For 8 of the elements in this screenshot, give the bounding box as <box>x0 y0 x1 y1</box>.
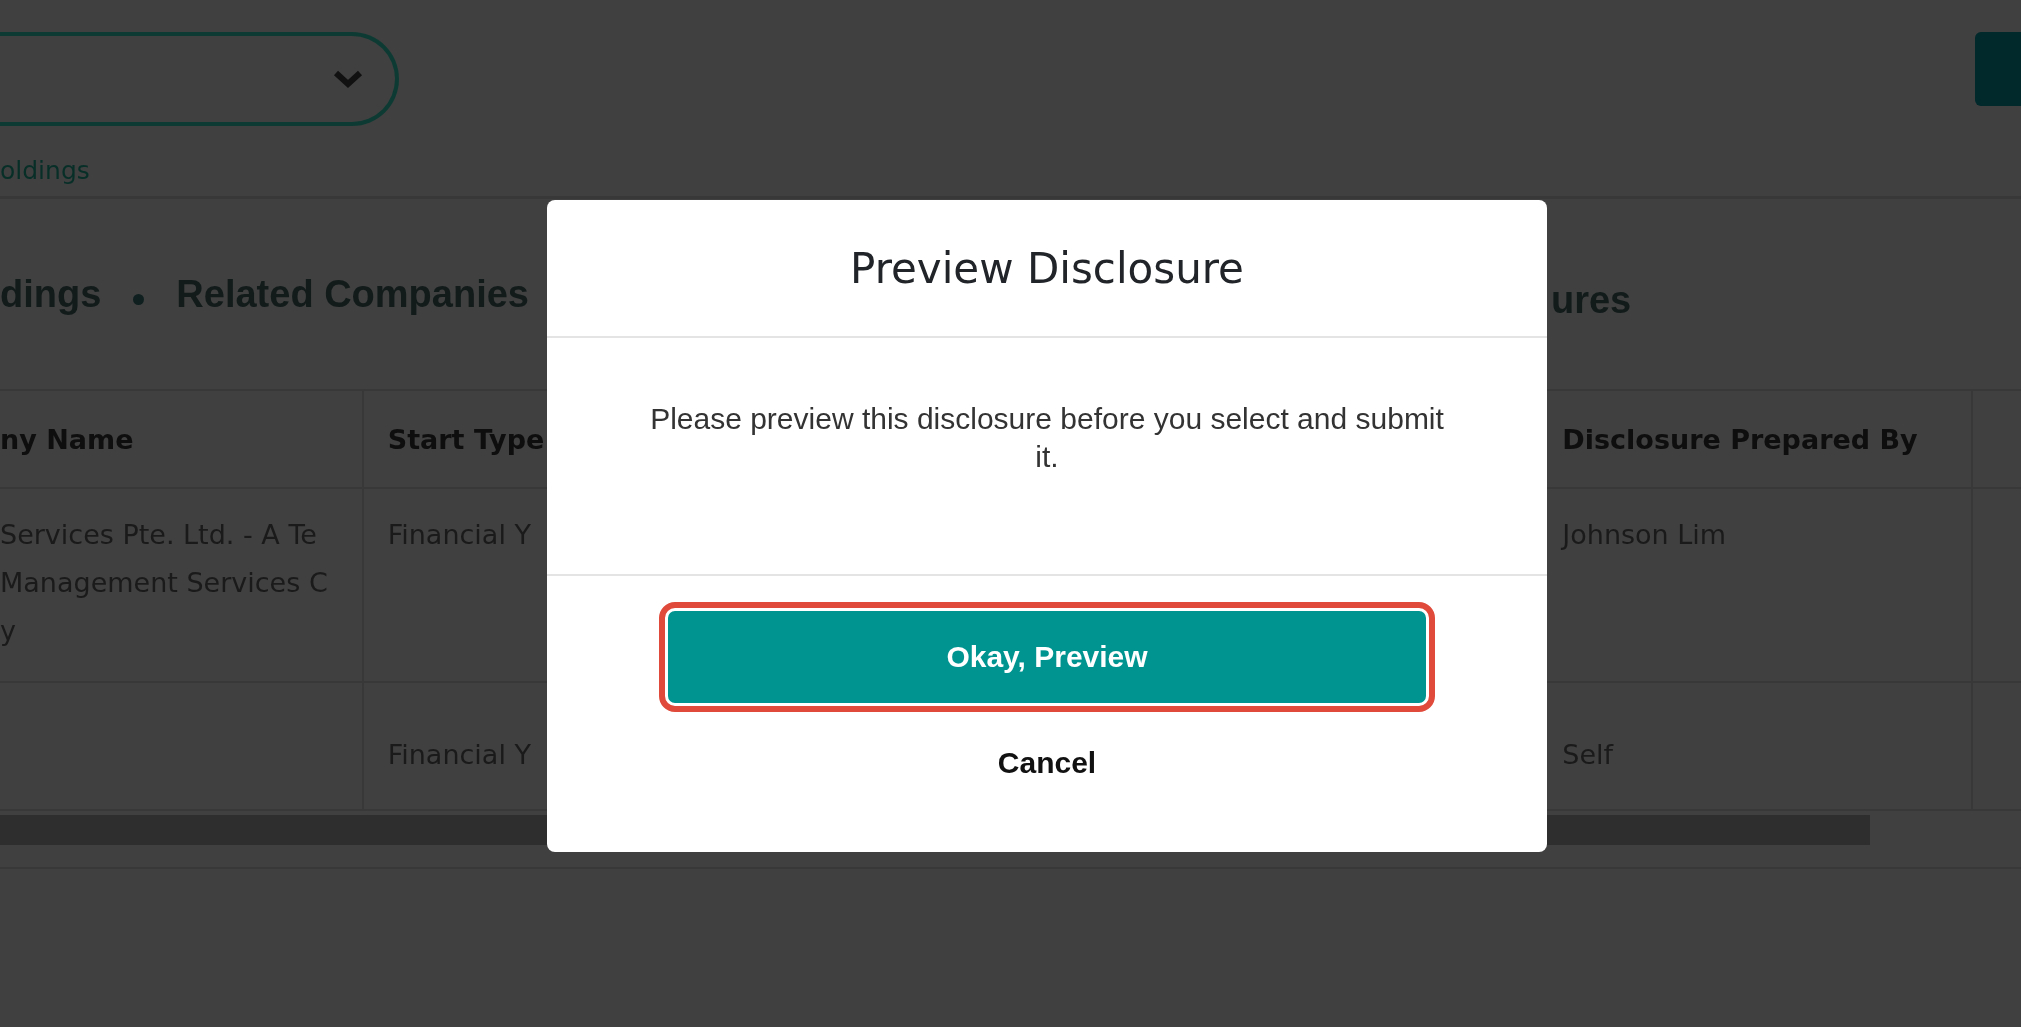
chevron-down-icon <box>333 69 363 89</box>
cancel-button[interactable]: Cancel <box>977 740 1117 786</box>
holdings-link[interactable]: oldings <box>0 146 2021 196</box>
bullet-icon <box>133 293 145 305</box>
dropdown[interactable] <box>0 32 399 126</box>
dialog-title: Preview Disclosure <box>850 243 1244 293</box>
action-button[interactable] <box>1975 32 2021 106</box>
dialog-message: Please preview this disclosure before you select and submit it. <box>649 401 1445 475</box>
